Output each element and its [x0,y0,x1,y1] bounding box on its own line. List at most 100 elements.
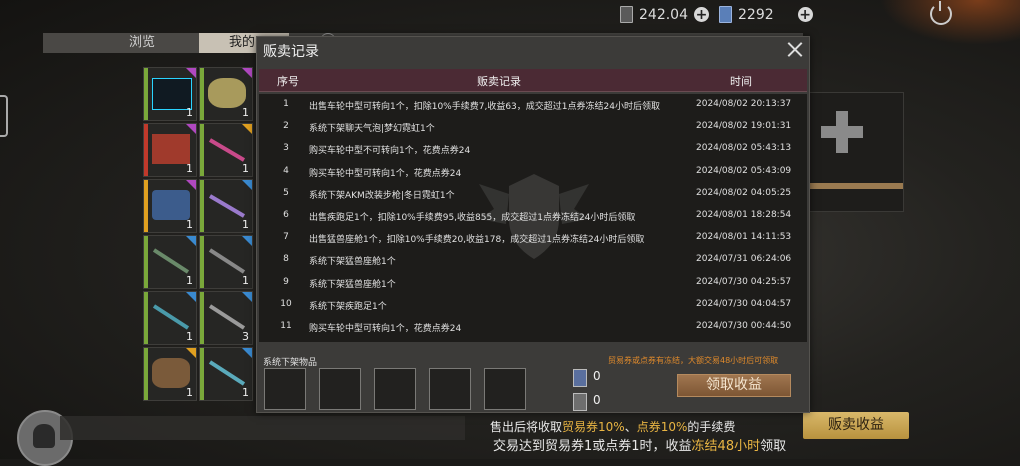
inventory-item[interactable]: 1 [199,67,253,121]
trade-ticket-amount: 242.04 [639,6,688,23]
inventory-item[interactable]: 1 [143,179,197,233]
row-index: 3 [283,143,289,154]
side-handle[interactable] [0,95,8,137]
row-record: 出售猛兽座舱1个，扣除10%手续费20,收益178，成交超过1点券冻结24小时后… [309,235,645,246]
inventory-item[interactable]: 1 [143,291,197,345]
table-row: 1 出售车轮中型可转向1个，扣除10%手续费7,收益63，成交超过1点券冻结24小… [259,94,807,116]
currency-bar: 242.04 + 2292 + [620,6,813,23]
rifle-icon [208,358,246,388]
row-index: 7 [283,232,289,243]
rifle-icon [152,302,190,332]
table-row: 3 购买车轮中型不可转向1个，花费点券24 2024/08/02 05:43:13 [259,138,807,160]
points-ticket-icon [719,6,732,23]
skin-icon [208,78,246,108]
item-count: 1 [186,106,193,119]
col-record: 贩卖记录 [477,75,521,88]
add-listing-icon[interactable] [821,111,863,153]
offline-slot[interactable] [484,368,526,410]
rifle-icon [152,246,190,276]
close-icon[interactable] [787,41,803,57]
table-row: 2 系统下架聊天气泡|梦幻霓虹1个 2024/08/02 19:01:31 [259,116,807,138]
row-time: 2024/08/02 05:43:09 [696,165,792,176]
row-record: 系统下架疾跑足1个 [309,301,387,312]
row-time: 2024/07/31 06:24:06 [696,254,792,265]
offline-slot[interactable] [374,368,416,410]
offline-slot[interactable] [319,368,361,410]
points-ticket-amount: 2292 [738,6,774,23]
row-time: 2024/07/30 04:04:57 [696,298,792,309]
tab-browse[interactable]: 浏览 [129,33,155,53]
inventory-item[interactable]: 1 [199,235,253,289]
row-record: 系统下架聊天气泡|梦幻霓虹1个 [309,124,435,135]
item-count: 1 [242,386,249,399]
row-record: 出售车轮中型可转向1个，扣除10%手续费7,收益63，成交超过1点券冻结24小时… [309,102,660,112]
claim-income-button[interactable]: 领取收益 [677,374,791,397]
cockpit-icon [152,134,190,164]
inventory-item[interactable]: 1 [199,123,253,177]
item-count: 1 [186,162,193,175]
table-row: 11 购买车轮中型可转向1个，花费点券24 2024/07/30 00:44:50 [259,316,807,338]
rifle-icon [208,134,246,164]
creature-icon [152,358,190,388]
offline-slot[interactable] [264,368,306,410]
inventory-item[interactable]: 1 [143,235,197,289]
row-record: 购买车轮中型不可转向1个，花费点券24 [309,146,471,157]
row-time: 2024/08/01 18:28:54 [696,210,792,220]
item-count: 1 [186,218,193,231]
freeze-warning: 贸易券或点券有冻结，大额交易48小时后可领取 [608,356,779,365]
inventory-item[interactable]: 1 [199,179,253,233]
inventory-item[interactable]: 1 [143,347,197,401]
item-count: 1 [242,106,249,119]
row-index: 1 [283,99,289,109]
rifle-icon [208,190,246,220]
footer-bar [60,416,465,440]
item-count: 3 [242,330,249,343]
sticker-icon [152,190,190,220]
row-index: 5 [283,187,289,198]
dialog-title: 贩卖记录 [263,44,319,60]
sell-income-button[interactable]: 贩卖收益 [803,412,909,439]
row-record: 系统下架AKM改装步枪|冬日霓虹1个 [309,190,455,201]
table-row: 8 系统下架猛兽座舱1个 2024/07/31 06:24:06 [259,249,807,271]
row-record: 购买车轮中型可转向1个，花费点券24 [309,324,462,334]
rifle-icon [208,302,246,332]
table-row: 4 购买车轮中型可转向1个，花费点券24 2024/08/02 05:43:09 [259,161,807,183]
row-time: 2024/08/02 05:43:13 [696,143,792,154]
item-count: 1 [186,386,193,399]
table-row: 9 系统下架猛兽座舱1个 2024/07/30 04:25:57 [259,272,807,294]
inventory-item[interactable]: 1 [143,123,197,177]
freeze-notice: 交易达到贸易券1或点券1时，收益冻结48小时领取 [493,439,787,454]
item-count: 1 [242,274,249,287]
table-row: 5 系统下架AKM改装步枪|冬日霓虹1个 2024/08/02 04:05:25 [259,183,807,205]
row-index: 6 [283,210,289,220]
fee-notice: 售出后将收取贸易券10%、点券10%的手续费 [490,420,736,434]
item-count: 1 [242,162,249,175]
offline-slot[interactable] [429,368,471,410]
inventory-item[interactable]: 3 [199,291,253,345]
trade-ticket-icon [620,6,633,23]
table-row: 7 出售猛兽座舱1个，扣除10%手续费20,收益178，成交超过1点券冻结24小时… [259,227,807,249]
row-time: 2024/08/01 14:11:53 [696,232,792,243]
table-row: 6 出售疾跑足1个，扣除10%手续费95,收益855，成交超过1点券冻结24小时后… [259,205,807,227]
power-icon[interactable] [930,1,952,25]
item-count: 1 [186,330,193,343]
trade-ticket-icon [573,393,587,411]
row-record: 系统下架猛兽座舱1个 [309,257,396,268]
points-pending: 0 [593,369,601,383]
row-time: 2024/08/02 20:13:37 [696,99,792,109]
row-index: 9 [283,276,289,287]
row-record: 出售疾跑足1个，扣除10%手续费95,收益855，成交超过1点券冻结24小时后领… [309,213,636,223]
add-trade-ticket-button[interactable]: + [694,7,709,22]
table-row: 10 系统下架疾跑足1个 2024/07/30 04:04:57 [259,294,807,316]
helmet-icon [33,424,55,448]
listing-slot[interactable] [808,92,904,212]
add-points-button[interactable]: + [797,7,813,22]
item-count: 1 [186,274,193,287]
row-time: 2024/08/02 19:01:31 [696,121,792,132]
row-time: 2024/08/02 04:05:25 [696,187,792,198]
record-table[interactable]: 1 出售车轮中型可转向1个，扣除10%手续费7,收益63，成交超过1点券冻结24小… [259,94,807,342]
sales-record-dialog: 贩卖记录 序号 贩卖记录 时间 1 出售车轮中型可转向1个，扣除10%手续费7,收… [256,36,810,413]
inventory-item[interactable]: 1 [143,67,197,121]
inventory-item[interactable]: 1 [199,347,253,401]
offline-items-label: 系统下架物品 [263,358,318,368]
